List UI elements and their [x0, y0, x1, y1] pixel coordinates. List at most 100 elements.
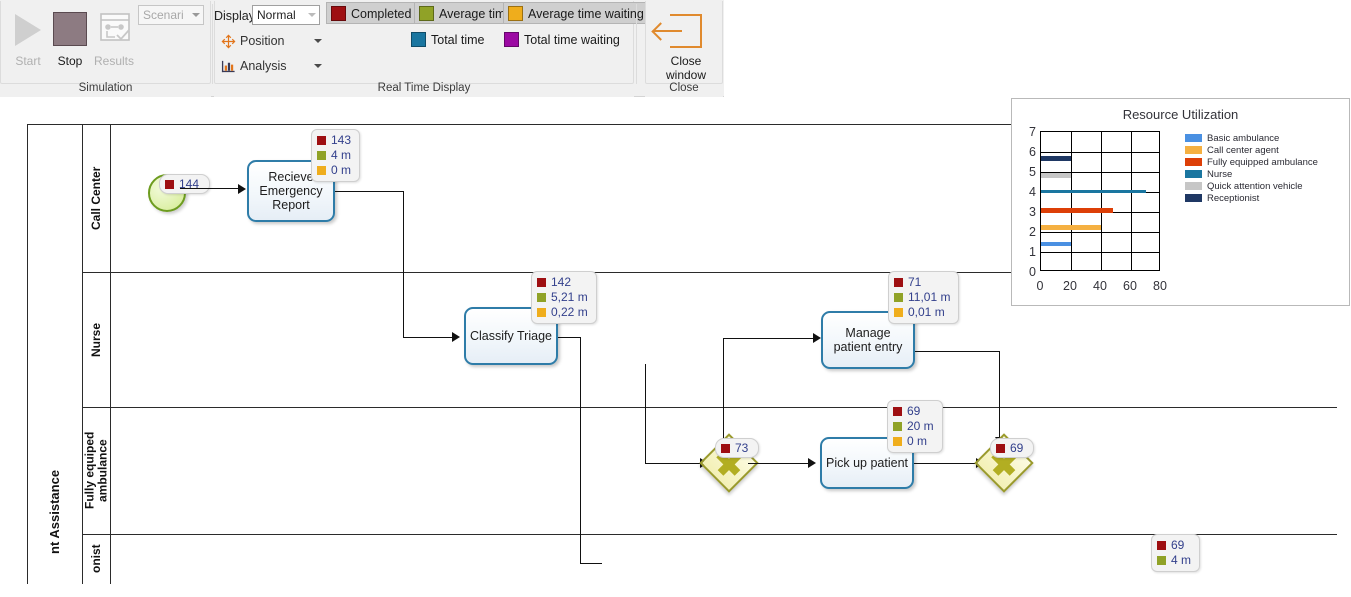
stat-row: 5,21 m — [537, 290, 588, 305]
flow-classify-out-seg3 — [580, 563, 602, 564]
results-button-label: Results — [93, 54, 134, 68]
legend-toggle-average-time-waiting[interactable]: Average time waiting — [503, 2, 651, 24]
chevron-down-icon — [314, 64, 322, 68]
stat-row: 4 m — [317, 148, 351, 163]
task-stats-manage-patient-entry: 71 11,01 m 0,01 m — [888, 271, 960, 324]
color-swatch — [537, 278, 546, 287]
lane-label-fully-equiped-ambulance: Fully equiped ambulance — [82, 431, 110, 510]
gridline-horizontal — [1041, 232, 1159, 233]
position-menu-button[interactable]: Position — [218, 30, 322, 52]
display-mode-select[interactable]: Normal — [252, 5, 320, 25]
legend-toggle-total-time-waiting[interactable]: Total time waiting — [500, 29, 626, 51]
stat-value: 0 m — [331, 163, 352, 177]
scenario-select[interactable]: Scenari — [138, 5, 204, 25]
stat-value: 142 — [551, 275, 572, 289]
position-menu-label: Position — [240, 34, 285, 48]
chart-xtick: 80 — [1153, 279, 1167, 293]
chart-ytick: 1 — [1029, 245, 1036, 259]
results-report-icon — [90, 6, 138, 54]
legend-label-call-center-agent: Call center agent — [1207, 145, 1279, 156]
stat-value: 20 m — [907, 419, 934, 433]
chart-ytick: 6 — [1029, 145, 1036, 159]
legend-toggle-label: Total time — [431, 33, 485, 47]
analysis-menu-label: Analysis — [240, 59, 287, 73]
close-window-arrow-icon — [654, 6, 712, 54]
color-swatch — [1157, 556, 1166, 565]
stat-value: 69 — [907, 404, 921, 418]
ribbon-separator — [212, 4, 213, 84]
stat-value: 11,01 m — [908, 290, 951, 304]
stop-button[interactable]: Stop — [46, 4, 94, 78]
chart-xtick: 20 — [1063, 279, 1077, 293]
task-label: Pick up patient — [826, 456, 908, 470]
color-swatch — [317, 166, 326, 175]
chart-ytick: 0 — [1029, 265, 1036, 279]
close-window-button[interactable]: Close window — [654, 4, 712, 82]
ribbon-group-simulation: Start Stop Results Scenari Simulation — [0, 0, 211, 97]
legend-swatch-quick-attention-vehicle — [1185, 182, 1202, 190]
legend-swatch-call-center-agent — [1185, 146, 1202, 154]
flow-recieve-to-classify-seg1 — [335, 191, 403, 192]
flow-start-to-recieve — [180, 188, 242, 189]
bar-receptionist — [1041, 156, 1071, 161]
stat-value: 69 — [1010, 441, 1024, 455]
bar-call-center-agent — [1041, 225, 1101, 230]
legend-toggle-label: Average time — [439, 7, 513, 21]
stat-value: 5,21 m — [551, 290, 588, 304]
color-swatch — [894, 278, 903, 287]
flow-classify-out-seg1 — [558, 337, 580, 338]
ribbon-group-real-time-display: Display Normal Position Analysis Complet… — [214, 0, 651, 97]
stat-value: 0,22 m — [551, 305, 588, 319]
lane-label-nurse: Nurse — [89, 322, 103, 357]
stat-value: 143 — [331, 133, 352, 147]
start-button[interactable]: Start — [4, 4, 52, 78]
display-mode-value: Normal — [257, 8, 296, 22]
legend-label-nurse: Nurse — [1207, 169, 1233, 180]
lane-label-divider — [110, 124, 111, 584]
bar-fully-equipped-ambulance — [1041, 208, 1113, 213]
legend-label-receptionist: Receptionist — [1207, 193, 1260, 204]
gateway-split-stats: 73 — [715, 438, 760, 458]
legend-toggle-total-time[interactable]: Total time — [407, 29, 491, 51]
color-swatch — [419, 6, 434, 21]
color-swatch — [894, 293, 903, 302]
lane-label-receptionist: onist — [89, 544, 103, 574]
chart-ytick: 3 — [1029, 205, 1036, 219]
lane-separator — [82, 407, 1337, 408]
task-label: Classify Triage — [470, 329, 552, 343]
stat-value: 4 m — [331, 148, 352, 162]
legend-swatch-basic-ambulance — [1185, 134, 1202, 142]
analysis-menu-button[interactable]: Analysis — [218, 55, 322, 77]
flow-classify-to-gw-seg4 — [645, 364, 646, 463]
results-button[interactable]: Results — [90, 4, 138, 78]
close-window-label-line2: window — [665, 68, 707, 82]
chevron-down-icon — [192, 13, 200, 17]
start-button-label: Start — [15, 54, 41, 68]
legend-toggle-completed[interactable]: Completed — [326, 2, 419, 24]
gridline-horizontal — [1041, 152, 1159, 153]
color-swatch — [508, 6, 523, 21]
stat-row: 0 m — [893, 434, 934, 449]
results-report-svg — [100, 13, 130, 41]
chart-ytick: 5 — [1029, 165, 1036, 179]
chevron-down-icon — [308, 13, 316, 17]
flow-gw-to-pickup — [748, 463, 812, 464]
lane-separator — [82, 534, 1337, 535]
chart-ytick: 4 — [1029, 185, 1036, 199]
stat-row: 0,01 m — [894, 305, 950, 320]
arrowhead-icon — [238, 184, 246, 194]
stat-row: 143 — [317, 133, 351, 148]
lane-label-call-center: Call Center — [89, 166, 103, 230]
stat-row: 69 — [1157, 538, 1191, 553]
stat-row: 69 — [893, 404, 934, 419]
gridline-horizontal — [1041, 252, 1159, 253]
group-caption-simulation: Simulation — [78, 82, 133, 94]
stat-value: 0,01 m — [908, 305, 945, 319]
chart-xtick: 40 — [1093, 279, 1107, 293]
move-position-icon — [221, 34, 236, 49]
ribbon-toolbar: Start Stop Results Scenari Simulation Di… — [0, 0, 1351, 97]
legend-label-basic-ambulance: Basic ambulance — [1207, 133, 1280, 144]
bar-nurse — [1041, 190, 1146, 193]
chart-xtick: 60 — [1123, 279, 1137, 293]
stat-row: 0 m — [317, 163, 351, 178]
